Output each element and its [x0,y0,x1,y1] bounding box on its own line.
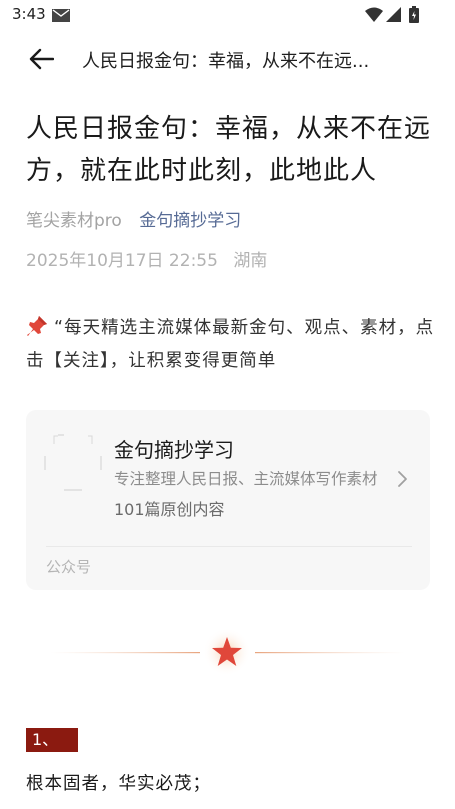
status-bar: 3:43 [0,0,455,30]
avatar [44,434,102,491]
article-datetime: 2025年10月17日 22:55 [26,251,218,271]
card-article-count: 101篇原创内容 [114,500,225,519]
card-account-type: 公众号 [46,558,92,576]
article-location: 湖南 [233,251,268,271]
chevron-right-icon [398,471,407,487]
card-divider [46,546,412,547]
status-time: 3:43 [12,5,46,23]
signal-icon [386,7,401,22]
intro-paragraph: “每天精选主流媒体最新金句、观点、素材，点击【关注】，让积累变得更简单 [26,312,436,378]
account-profile-card[interactable]: 金句摘抄学习 专注整理人民日报、主流媒体写作素材 101篇原创内容 公众号 [26,410,430,590]
article-date-row: 2025年10月17日 22:55 湖南 [26,246,267,271]
article-meta: 笔尖素材pro 金句摘抄学习 [26,206,241,231]
intro-text: “每天精选主流媒体最新金句、观点、素材，点击【关注】，让积累变得更简单 [26,318,435,371]
app-bar: 人民日报金句：幸福，从来不在远... [0,30,455,88]
arrow-left-icon [29,48,54,70]
section-text: 根本固者，华实必茂； [26,774,211,794]
account-link[interactable]: 金句摘抄学习 [139,211,241,231]
app-bar-title: 人民日报金句：幸福，从来不在远... [82,51,370,72]
battery-icon [409,6,419,23]
card-account-description: 专注整理人民日报、主流媒体写作素材 [114,470,378,488]
star-divider [50,628,405,676]
section-number-tag: 1、 [26,728,78,752]
mail-icon [52,9,70,22]
back-button[interactable] [24,44,58,74]
article-author: 笔尖素材pro [26,211,122,231]
wifi-icon [365,7,383,22]
card-account-name: 金句摘抄学习 [114,438,234,462]
pushpin-icon [27,316,47,336]
article-title: 人民日报金句：幸福，从来不在远方，就在此时此刻，此地此人 [26,114,432,186]
